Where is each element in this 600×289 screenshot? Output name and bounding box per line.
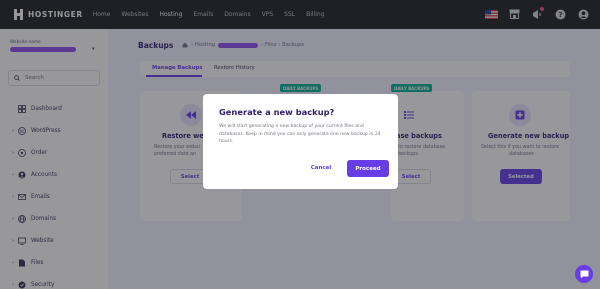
dialog-title: Generate a new backup? bbox=[219, 107, 335, 117]
cancel-button[interactable]: Cancel bbox=[304, 161, 338, 175]
dialog-message: We will start generating a new backup of… bbox=[219, 124, 381, 144]
chat-icon bbox=[580, 270, 588, 278]
generate-backup-dialog: Generate a new backup? We will start gen… bbox=[203, 94, 398, 189]
proceed-button[interactable]: Proceed bbox=[347, 160, 389, 177]
chat-button[interactable] bbox=[575, 265, 593, 283]
